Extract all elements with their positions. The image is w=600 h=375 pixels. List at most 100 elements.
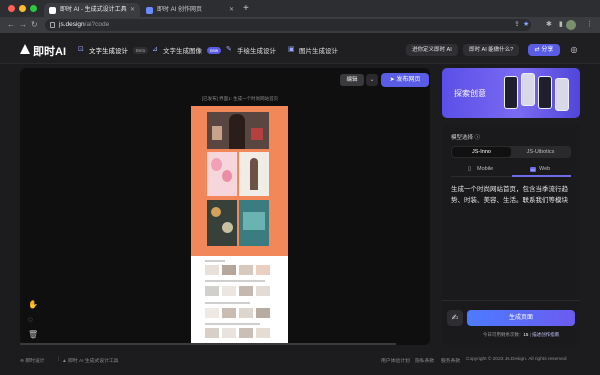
url-field[interactable]: js.design/ai?code [45,19,531,31]
footer-brand-text: 即时设计 [25,359,45,364]
thumbnail-row [205,308,275,318]
nav-text-to-image[interactable]: ⊿ 文字生成图像 new [152,45,222,55]
device-mobile[interactable]: ▯ Mobile [468,166,493,172]
close-tab-icon[interactable]: ✕ [130,3,135,17]
footer-product: ▲ 即时 AI 生成式设计工具 [62,357,118,364]
image-design-icon: ▣ [288,46,295,53]
logo-text: 即时AI [33,46,66,58]
thumbnail-row [205,265,275,275]
reload-icon[interactable]: ↻ [31,19,38,31]
extensions-icon[interactable]: ✱ [546,20,552,30]
phone-mockup [538,76,552,109]
model-option-js-uibotics[interactable]: JS-Uibotics [511,147,570,157]
close-window-icon[interactable] [8,5,15,12]
device-label: Web [539,166,551,172]
photo-model [239,152,269,196]
edit-button[interactable]: 编辑 [340,74,364,86]
about-button[interactable]: 即时 AI 能做什么? [463,44,520,56]
browser-tab[interactable]: 即时 AI 创作网页 ✕ [141,3,239,17]
prompt-textarea[interactable]: 生成一个时尚网站首页，包含当季流行趋势、时装、美容、生活。联系我们等模块 [451,184,573,206]
nav-label: 手绘生成设计 [237,48,276,55]
preview-title: [已发布] 界面1: 生成一个时尚网站首页 [201,96,279,101]
forward-icon[interactable]: → [19,19,27,31]
share-button[interactable]: ⇄ 分享 [528,44,560,56]
section-heading [205,260,225,262]
url-host: js.design [59,21,85,28]
app-header: 即时AI ⊡ 文字生成设计 Beta ⊿ 文字生成图像 new ✎ 手绘生成设计… [0,33,600,64]
help-icon[interactable]: ◎ [568,44,580,56]
generated-page-preview[interactable] [191,106,288,345]
design-canvas[interactable]: 编辑 ⌄ ➤ 发布网页 [已发布] 界面1: 生成一个时尚网站首页 ✋ ◌ 🗑 [20,68,430,345]
tab-bar: 即时 AI - 生成式设计工具 ✕ 即时 AI 创作网页 ✕ + [0,0,600,17]
footer-brand[interactable]: ⊛ 即时设计 [20,357,45,364]
bookmark-star-icon[interactable]: ★ [523,20,529,30]
mobile-icon: ▯ [468,166,472,172]
nav-image-to-design[interactable]: ▣ 图片生成设计 [288,45,338,55]
text-line [205,323,260,325]
photo-food [207,200,237,246]
new-badge: new [206,47,222,54]
model-label-text: 模型选择 [451,135,474,141]
address-bar-row: ← → ↻ js.design/ai?code ⇪ ★ ✱ ▮ ⋮ [0,17,600,33]
delete-icon[interactable]: 🗑 [28,327,38,342]
footer-link-terms[interactable]: 服务条款 [441,357,460,364]
share-page-icon[interactable]: ⇪ [514,20,520,30]
remaining-prefix: 今日可用剩余次数： [482,332,524,337]
guide-link[interactable]: 描述创作指南 [532,332,559,337]
model-switch: JS-Inno JS-Uibotics [451,146,571,158]
info-icon[interactable]: ⓘ [475,135,481,141]
nav-label: 图片生成设计 [299,48,338,55]
app-logo[interactable]: 即时AI [20,43,66,59]
new-tab-icon[interactable]: + [243,3,249,15]
fit-view-icon[interactable]: ◌ [28,312,38,327]
nav-label: 文字生成图像 [163,48,202,55]
horizontal-scrollbar[interactable] [20,343,396,345]
device-web[interactable]: ▭ Web [530,166,550,172]
thumbnail-row [205,286,275,296]
chevron-down-icon[interactable]: ⌄ [366,74,378,86]
generate-page-button[interactable]: 生成页面 [467,310,575,326]
tab-title: 即时 AI 创作网页 [157,7,203,13]
thumbnail-row [205,328,275,338]
publish-label: 发布网页 [396,77,421,83]
remaining-count: 15 [523,332,529,337]
explore-banner[interactable]: 探索创意 [442,68,580,118]
canvas-toolbar: ✋ ◌ 🗑 [28,297,38,342]
phone-mockup [521,73,535,106]
hero-photo [207,112,269,149]
model-option-js-inno[interactable]: JS-Inno [452,147,511,157]
profile-avatar[interactable] [566,20,576,30]
nav-text-to-design[interactable]: ⊡ 文字生成设计 Beta [78,45,149,55]
close-tab-icon[interactable]: ✕ [229,3,234,17]
sidebar-icon[interactable]: ▮ [559,20,563,30]
maximize-window-icon[interactable] [30,5,37,12]
footer-product-text: 即时 AI 生成式设计工具 [68,359,119,364]
back-icon[interactable]: ← [7,19,15,31]
js-design-favicon-icon [49,7,56,14]
sketch-icon: ✎ [226,46,232,53]
customize-button[interactable]: 进你定义即时 AI [406,44,458,56]
browser-tab-active[interactable]: 即时 AI - 生成式设计工具 ✕ [44,3,140,17]
text-line [205,280,265,282]
phone-mockup [504,76,518,109]
footer-link-ux[interactable]: 用户体验计划 [381,357,410,364]
menu-dots-icon[interactable]: ⋮ [586,20,593,30]
photo-balloons [207,152,237,196]
footer-link-privacy[interactable]: 隐私条款 [415,357,434,364]
minimize-window-icon[interactable] [19,5,26,12]
remaining-count-note: 今日可用剩余次数：15 | 描述创作指南 [467,332,575,338]
ai-favicon-icon [146,7,153,14]
phone-mockup [555,78,569,111]
nav-sketch-to-design[interactable]: ✎ 手绘生成设计 [226,45,276,55]
publish-button[interactable]: ➤ 发布网页 [381,73,429,87]
sketch-upload-icon[interactable]: ✍ [447,310,463,326]
device-label: Mobile [477,166,494,172]
footer: ⊛ 即时设计 | ▲ 即时 AI 生成式设计工具 用户体验计划 隐私条款 服务条… [0,352,600,375]
text-line [205,302,250,304]
logo-icon [20,44,30,54]
photo-pool [239,200,269,246]
device-selected-indicator [512,175,571,177]
hand-tool-icon[interactable]: ✋ [28,297,38,312]
model-settings: 模型选择 ⓘ JS-Inno JS-Uibotics ▯ Mobile ▭ We… [442,124,580,345]
browser-chrome: 即时 AI - 生成式设计工具 ✕ 即时 AI 创作网页 ✕ + ← → ↻ j… [0,0,600,33]
